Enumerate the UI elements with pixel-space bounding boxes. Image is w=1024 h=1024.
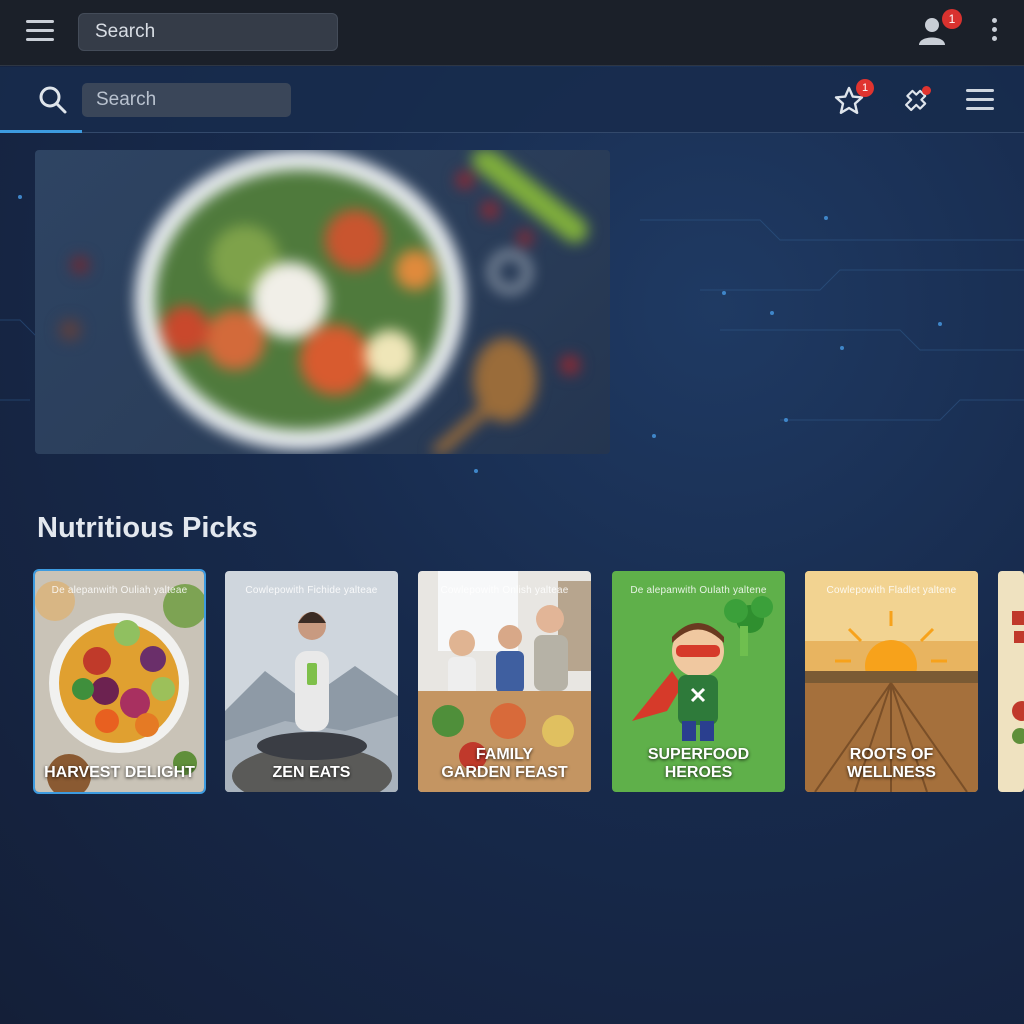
section-title: Nutritious Picks [37,512,258,544]
salad-bowl-image [59,150,588,454]
hero-banner[interactable] [35,150,610,454]
card-superfood-heroes[interactable]: De alepanwith Oulath yaltene SUPERFOOD H… [612,571,785,792]
meditating-woman-image [225,571,398,792]
card-tagline: De alepanwith Oulath yaltene [630,585,767,596]
kebab-icon[interactable] [990,18,998,44]
card-title: SUPERFOOD HEROES [647,746,750,781]
search-icon[interactable] [38,85,68,115]
card-title: ZEN EATS [272,764,351,781]
menu-icon[interactable] [966,89,994,111]
puzzle-notification-dot [922,86,931,95]
card-tagline: De alepanwith Ouliah yalteae [51,585,188,596]
system-bar: Search 1 [0,0,1024,66]
card-tagline: Cowlepowith Fladlet yaltene [826,585,957,596]
card-tagline: Cowlepowith Onlish yalteae [440,585,569,596]
card-roots-of-wellness[interactable]: Cowlepowith Fladlet yaltene ROOTS of WEL… [805,571,978,792]
hamburger-icon[interactable] [26,20,54,42]
card-title: HARVEST DELIGHT [44,764,195,781]
app-toolbar: Search 1 [0,67,1024,133]
card-harvest-delight[interactable]: De alepanwith Ouliah yalteae HARVEST DEL… [35,571,204,792]
card-zen-eats[interactable]: Cowlepowith Fichide yalteae ZEN EATS [225,571,398,792]
recipe-poster-image [998,571,1024,792]
card-tagline: Cowlepowith Fichide yalteae [245,585,378,596]
favorites-badge: 1 [856,79,874,97]
active-tab-indicator [0,130,82,133]
system-search-field[interactable]: Search [78,13,338,51]
card-title: ROOTS of WELLNESS [847,746,936,781]
vegetable-bowl-image [35,571,204,792]
card-partial[interactable] [998,571,1024,792]
card-family-garden-feast[interactable]: Cowlepowith Onlish yalteae FAMILY GARDEN… [418,571,591,792]
card-title: FAMILY GARDEN FEAST [441,746,568,781]
search-input[interactable]: Search [82,83,291,117]
notification-badge: 1 [942,9,962,29]
